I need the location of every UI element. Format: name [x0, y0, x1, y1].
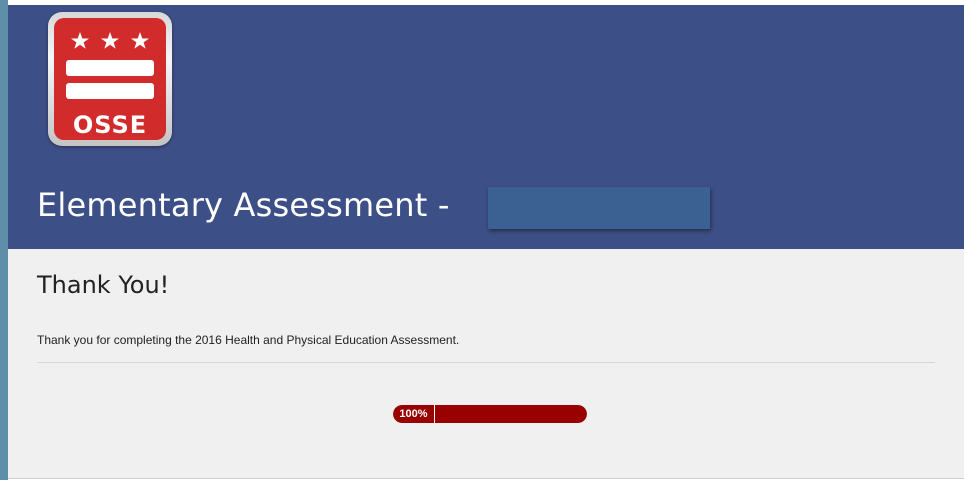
survey-page: OSSE Elementary Assessment - Thank You! …: [0, 0, 964, 480]
progress-bar: 100%: [393, 405, 587, 423]
logo-star-3: [131, 32, 149, 49]
osse-logo-graphic: OSSE: [66, 32, 154, 139]
thank-you-heading: Thank You!: [37, 271, 170, 299]
section-divider: [37, 362, 935, 363]
progress-percent-label: 100%: [393, 405, 435, 423]
logo-stripe-2: [66, 83, 154, 99]
page-title: Elementary Assessment -: [37, 186, 450, 224]
logo-star-2: [101, 32, 119, 49]
left-border-rail: [0, 0, 8, 480]
logo-wordmark: OSSE: [73, 111, 147, 139]
logo-star-1: [71, 32, 89, 49]
redacted-name-box: [488, 187, 710, 229]
osse-logo: OSSE: [48, 12, 172, 146]
logo-stripe-1: [66, 60, 154, 76]
header-banner: OSSE Elementary Assessment -: [8, 5, 964, 249]
thank-you-section: Thank You! Thank you for completing the …: [8, 249, 964, 478]
completion-message: Thank you for completing the 2016 Health…: [37, 333, 460, 347]
title-row: Elementary Assessment -: [37, 180, 450, 230]
survey-frame: OSSE Elementary Assessment - Thank You! …: [8, 5, 964, 479]
